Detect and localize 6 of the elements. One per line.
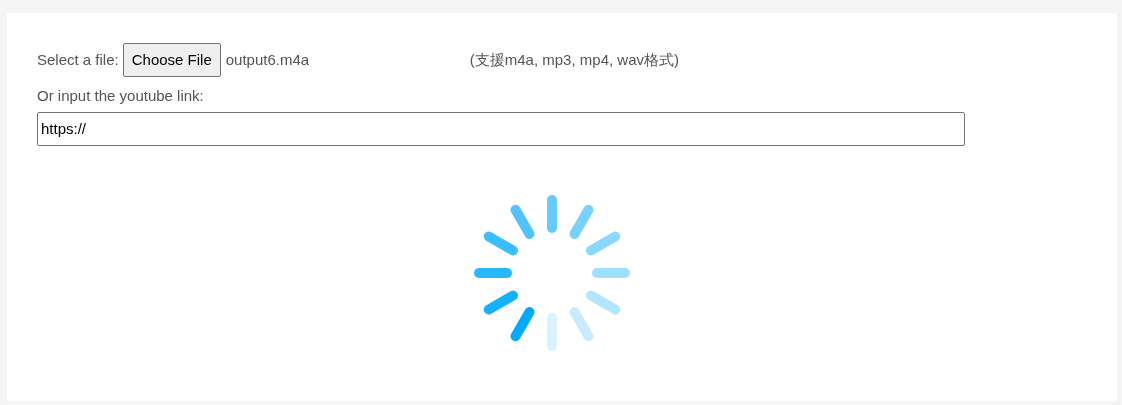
format-hint: (支援m4a, mp3, mp4, wav格式) <box>469 49 679 70</box>
file-name: output6.m4a <box>225 49 311 70</box>
choose-file-button[interactable]: Choose File <box>122 43 221 77</box>
file-label: Select a file: <box>37 49 119 70</box>
youtube-link-field[interactable]: https:// <box>37 111 965 146</box>
youtube-link-label: Or input the youtube link: <box>37 86 205 106</box>
